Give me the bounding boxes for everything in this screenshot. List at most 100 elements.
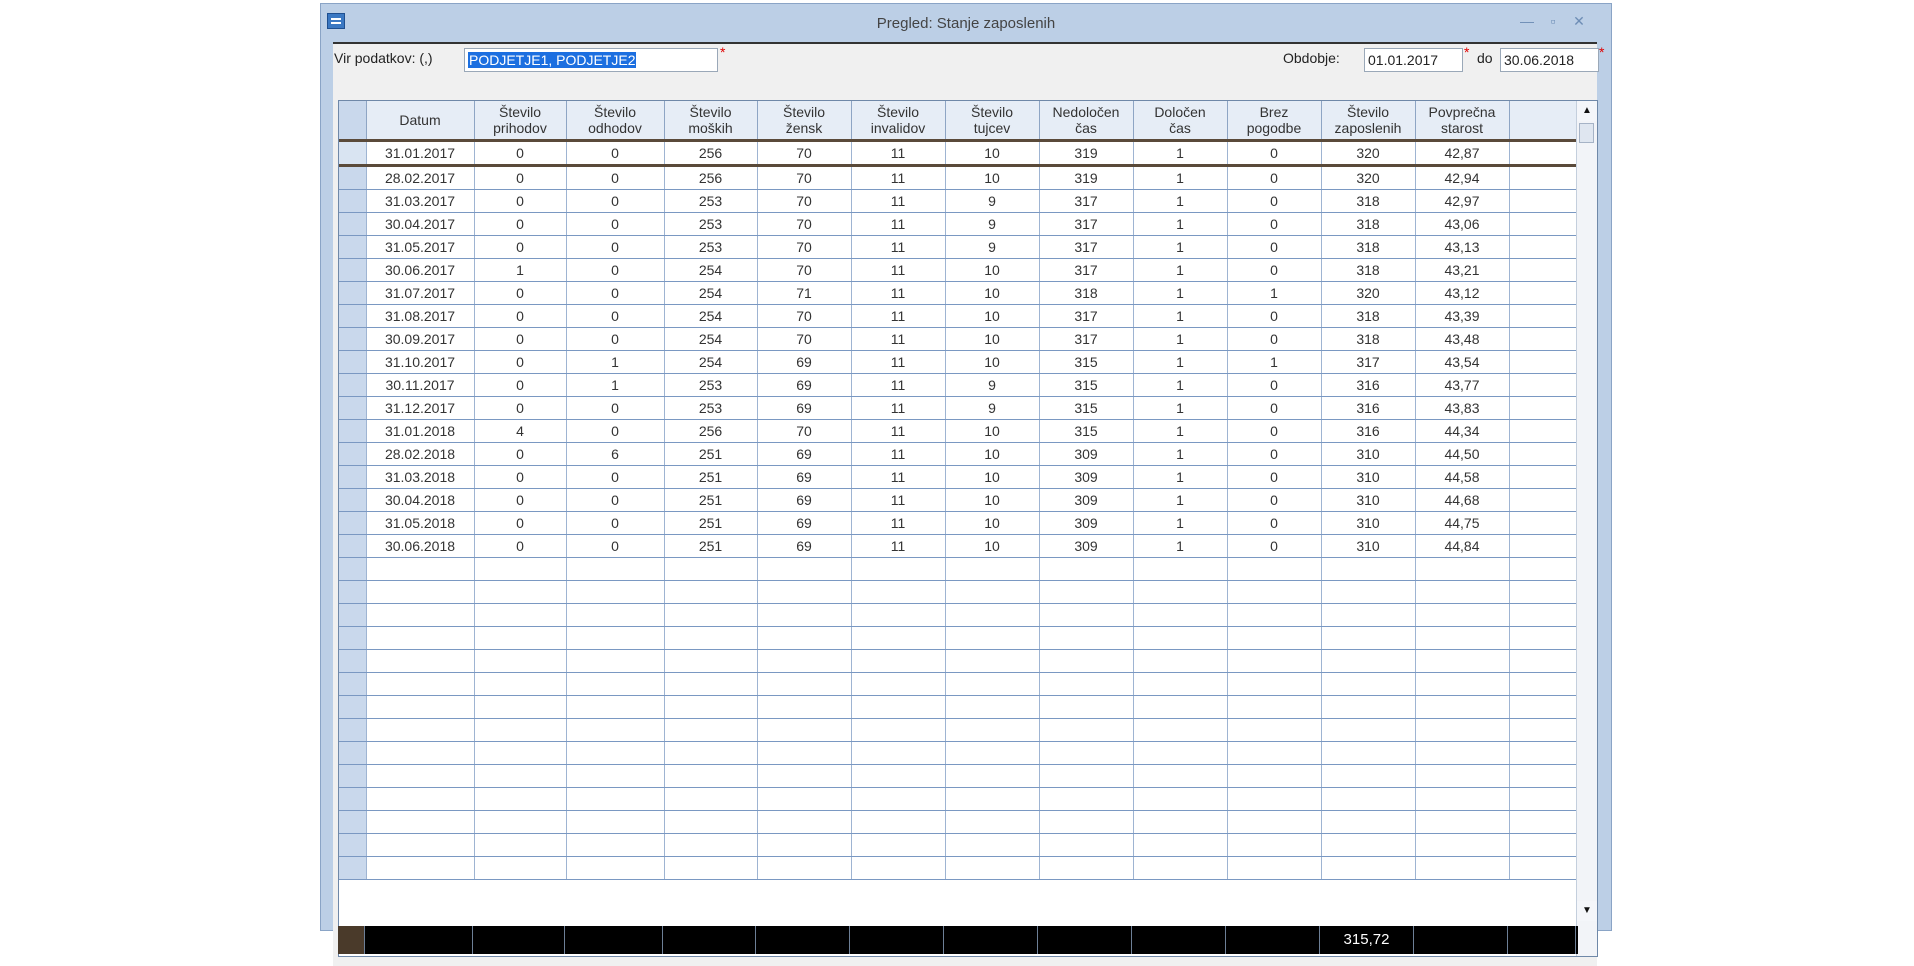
table-cell[interactable]: 320 xyxy=(1321,165,1416,190)
table-cell[interactable]: 1 xyxy=(1227,350,1322,374)
row-selector[interactable] xyxy=(339,235,367,259)
date-cell[interactable]: 31.12.2017 xyxy=(366,396,475,420)
table-cell[interactable]: 317 xyxy=(1039,258,1134,282)
empty-row[interactable] xyxy=(339,603,1578,627)
table-cell[interactable]: 42,87 xyxy=(1415,140,1510,167)
empty-cell[interactable] xyxy=(1321,741,1416,765)
empty-cell[interactable] xyxy=(757,741,852,765)
table-cell[interactable]: 10 xyxy=(945,165,1040,190)
column-header[interactable]: Nedoločen čas xyxy=(1039,101,1134,142)
table-cell[interactable]: 251 xyxy=(664,511,758,535)
empty-cell[interactable] xyxy=(566,649,665,673)
table-cell[interactable]: 11 xyxy=(851,304,946,328)
table-cell[interactable]: 70 xyxy=(757,419,852,443)
table-cell[interactable]: 44,58 xyxy=(1415,465,1510,489)
empty-cell[interactable] xyxy=(945,718,1040,742)
row-selector[interactable] xyxy=(339,488,367,512)
table-cell[interactable]: 1 xyxy=(566,350,665,374)
table-cell[interactable]: 1 xyxy=(1133,140,1228,167)
table-cell[interactable]: 43,83 xyxy=(1415,396,1510,420)
table-cell[interactable]: 0 xyxy=(566,165,665,190)
table-cell[interactable]: 10 xyxy=(945,327,1040,351)
empty-cell[interactable] xyxy=(664,856,758,880)
empty-cell[interactable] xyxy=(474,603,567,627)
column-header[interactable]: Brez pogodbe xyxy=(1227,101,1322,142)
table-cell[interactable]: 0 xyxy=(474,534,567,558)
empty-cell[interactable] xyxy=(1227,810,1322,834)
empty-row[interactable] xyxy=(339,764,1578,788)
table-row[interactable]: 31.12.2017 0 0 253 69 11 9 315 1 0 316 43,83 xyxy=(339,396,1578,420)
table-cell[interactable]: 1 xyxy=(1133,258,1228,282)
table-cell[interactable]: 0 xyxy=(566,304,665,328)
table-cell[interactable]: 0 xyxy=(474,442,567,466)
empty-cell[interactable] xyxy=(664,672,758,696)
table-cell[interactable]: 0 xyxy=(1227,258,1322,282)
table-cell[interactable]: 318 xyxy=(1321,304,1416,328)
empty-cell[interactable] xyxy=(366,649,475,673)
table-cell[interactable]: 318 xyxy=(1321,327,1416,351)
empty-cell[interactable] xyxy=(566,764,665,788)
table-row[interactable]: 30.06.2017 1 0 254 70 11 10 317 1 0 318 43,21 xyxy=(339,258,1578,282)
column-header[interactable]: Število tujcev xyxy=(945,101,1040,142)
empty-cell[interactable] xyxy=(566,787,665,811)
table-cell[interactable]: 0 xyxy=(1227,189,1322,213)
table-cell[interactable]: 69 xyxy=(757,488,852,512)
table-row[interactable]: 31.10.2017 0 1 254 69 11 10 315 1 1 317 43,54 xyxy=(339,350,1578,374)
empty-cell[interactable] xyxy=(366,557,475,581)
empty-cell[interactable] xyxy=(664,695,758,719)
table-row[interactable]: 31.03.2017 0 0 253 70 11 9 317 1 0 318 42,97 xyxy=(339,189,1578,213)
table-cell[interactable]: 1 xyxy=(1133,373,1228,397)
row-selector[interactable] xyxy=(339,810,367,834)
empty-cell[interactable] xyxy=(1039,672,1134,696)
empty-cell[interactable] xyxy=(1509,787,1578,811)
table-cell[interactable]: 253 xyxy=(664,212,758,236)
empty-cell[interactable] xyxy=(945,833,1040,857)
empty-cell[interactable] xyxy=(757,557,852,581)
empty-cell[interactable] xyxy=(1509,649,1578,673)
table-row[interactable]: 31.03.2018 0 0 251 69 11 10 309 1 0 310 44,58 xyxy=(339,465,1578,489)
table-cell[interactable]: 310 xyxy=(1321,442,1416,466)
table-cell[interactable]: 0 xyxy=(474,304,567,328)
empty-cell[interactable] xyxy=(851,810,946,834)
table-cell[interactable]: 317 xyxy=(1039,212,1134,236)
table-row[interactable]: 31.01.2017 0 0 256 70 11 10 319 1 0 320 42,87 xyxy=(339,140,1578,167)
table-cell[interactable]: 0 xyxy=(474,212,567,236)
date-cell[interactable]: 30.09.2017 xyxy=(366,327,475,351)
empty-cell[interactable] xyxy=(1321,603,1416,627)
row-selector[interactable] xyxy=(339,258,367,282)
table-cell[interactable]: 320 xyxy=(1321,140,1416,167)
empty-cell[interactable] xyxy=(1509,557,1578,581)
table-cell[interactable]: 315 xyxy=(1039,350,1134,374)
date-cell[interactable]: 30.06.2017 xyxy=(366,258,475,282)
empty-cell[interactable] xyxy=(1039,557,1134,581)
empty-cell[interactable] xyxy=(366,741,475,765)
table-cell[interactable]: 309 xyxy=(1039,534,1134,558)
table-cell[interactable]: 43,48 xyxy=(1415,327,1510,351)
empty-cell[interactable] xyxy=(851,603,946,627)
empty-cell[interactable] xyxy=(945,856,1040,880)
table-cell[interactable]: 1 xyxy=(1227,281,1322,305)
table-cell[interactable]: 11 xyxy=(851,212,946,236)
empty-cell[interactable] xyxy=(1039,718,1134,742)
empty-cell[interactable] xyxy=(1509,672,1578,696)
table-cell[interactable]: 1 xyxy=(1133,419,1228,443)
empty-cell[interactable] xyxy=(474,557,567,581)
row-selector[interactable] xyxy=(339,626,367,650)
column-header[interactable]: Število žensk xyxy=(757,101,852,142)
table-cell[interactable]: 0 xyxy=(474,189,567,213)
empty-cell[interactable] xyxy=(1321,557,1416,581)
table-cell[interactable]: 42,94 xyxy=(1415,165,1510,190)
empty-cell[interactable] xyxy=(1415,672,1510,696)
table-cell[interactable]: 11 xyxy=(851,419,946,443)
table-cell[interactable]: 1 xyxy=(1133,350,1228,374)
empty-cell[interactable] xyxy=(1321,787,1416,811)
table-cell[interactable]: 69 xyxy=(757,511,852,535)
table-cell[interactable]: 310 xyxy=(1321,465,1416,489)
empty-cell[interactable] xyxy=(1321,580,1416,604)
row-selector[interactable] xyxy=(339,281,367,305)
empty-cell[interactable] xyxy=(1415,741,1510,765)
table-row[interactable]: 28.02.2017 0 0 256 70 11 10 319 1 0 320 42,94 xyxy=(339,165,1578,190)
table-cell[interactable]: 70 xyxy=(757,258,852,282)
table-cell[interactable]: 43,21 xyxy=(1415,258,1510,282)
empty-row[interactable] xyxy=(339,626,1578,650)
